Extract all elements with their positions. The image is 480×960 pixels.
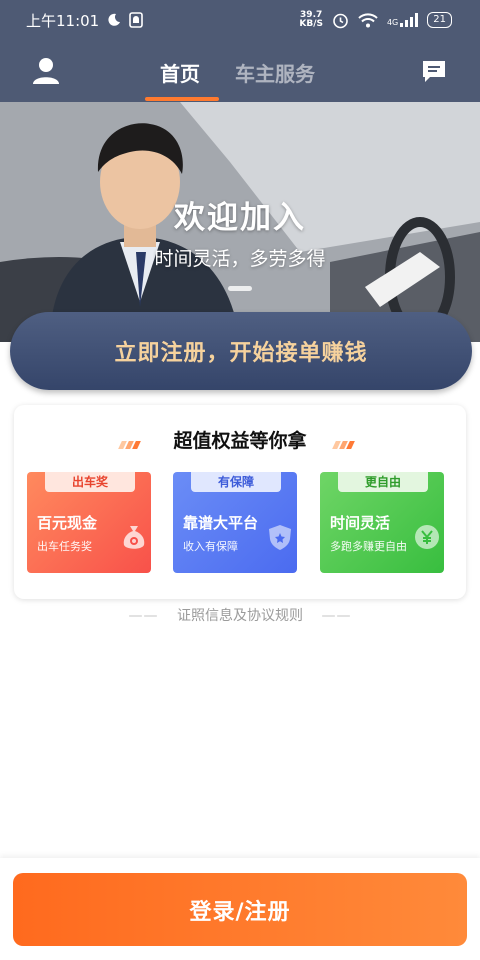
moon-icon (108, 13, 121, 26)
benefits-card: 超值权益等你拿 出车奖 百元现金 出车任务奖 有保障 靠谱大平台 收入有保障 更… (14, 405, 466, 599)
license-agreement-label: 证照信息及协议规则 (177, 608, 303, 624)
alarm-icon (333, 13, 348, 28)
benefit-cash-reward[interactable]: 出车奖 百元现金 出车任务奖 (27, 472, 151, 573)
hero-banner[interactable]: 欢迎加入 时间灵活，多劳多得 (0, 102, 480, 342)
wifi-icon (358, 12, 378, 27)
battery-indicator: 21 (427, 12, 452, 28)
benefit-badge: 出车奖 (45, 472, 135, 492)
benefit-platform[interactable]: 有保障 靠谱大平台 收入有保障 (173, 472, 297, 573)
benefit-title: 靠谱大平台 (183, 514, 259, 532)
divider-dash-left: —— (128, 608, 159, 624)
benefit-flexible-time[interactable]: 更自由 时间灵活 多跑多赚更自由 (320, 472, 444, 573)
money-bag-icon (123, 526, 145, 549)
benefit-badge: 有保障 (191, 472, 281, 492)
tab-home[interactable]: 首页 (160, 58, 200, 87)
net-speed: 39.7 KB/S (299, 10, 323, 29)
notification-icon (129, 12, 144, 28)
shield-icon (269, 525, 291, 550)
benefit-subtitle: 收入有保障 (183, 540, 238, 553)
user-icon[interactable] (32, 56, 60, 86)
title-decoration-right (332, 434, 355, 449)
benefit-title: 百元现金 (37, 514, 98, 532)
benefit-title: 时间灵活 (330, 514, 391, 532)
benefits-title: 超值权益等你拿 (173, 430, 307, 452)
hero-subtitle: 时间灵活，多劳多得 (154, 248, 326, 270)
status-bar: 上午11:01 39.7 KB/S 4G 21 (0, 0, 480, 40)
benefit-subtitle: 多跑多赚更自由 (330, 540, 407, 553)
login-register-button[interactable]: 登录/注册 (13, 873, 467, 946)
hero-title: 欢迎加入 (174, 200, 306, 236)
benefit-badge: 更自由 (338, 472, 428, 492)
active-tab-indicator (145, 97, 219, 101)
register-button[interactable]: 立即注册，开始接单赚钱 (10, 312, 472, 390)
status-time: 上午11:01 (26, 11, 100, 30)
bottom-action-bar: 登录/注册 (0, 858, 480, 960)
divider-dash-right: —— (321, 608, 352, 624)
coin-icon (415, 525, 439, 549)
carousel-indicator (228, 286, 252, 291)
license-agreement-link[interactable]: —— 证照信息及协议规则 —— (0, 605, 480, 625)
signal-icon: 4G (387, 13, 419, 27)
benefit-subtitle: 出车任务奖 (37, 540, 92, 553)
message-icon[interactable] (421, 58, 447, 84)
top-navigation: 首页 车主服务 (0, 40, 480, 102)
tab-owner-service[interactable]: 车主服务 (235, 58, 315, 87)
